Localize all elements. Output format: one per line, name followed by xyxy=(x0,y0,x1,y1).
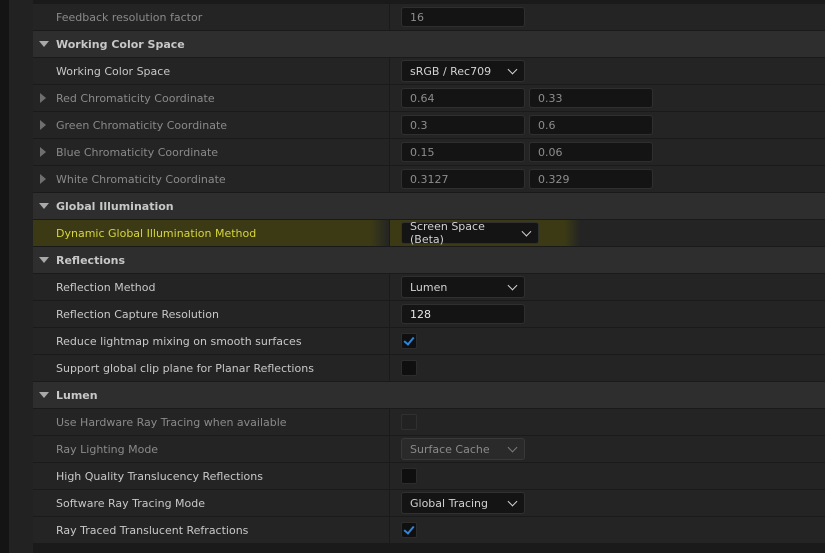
coordinate-y-field[interactable]: 0.33 xyxy=(529,88,653,108)
expand-arrow-icon[interactable] xyxy=(40,147,46,157)
property-value xyxy=(390,328,825,354)
property-value: 0.64 0.33 xyxy=(390,85,825,111)
property-value: Surface Cache xyxy=(390,436,825,462)
checkbox[interactable] xyxy=(401,414,417,430)
checkbox[interactable] xyxy=(401,360,417,376)
property-row-ray-traced-translucent-refractions: Ray Traced Translucent Refractions xyxy=(33,517,825,543)
property-label: Support global clip plane for Planar Ref… xyxy=(56,361,314,375)
numeric-input[interactable]: 128 xyxy=(401,304,525,324)
window-edge xyxy=(0,0,9,553)
dropdown-value: Surface Cache xyxy=(410,442,490,456)
property-value xyxy=(390,517,825,543)
section-header-working-color-space[interactable]: Working Color Space xyxy=(33,31,825,57)
checkbox[interactable] xyxy=(401,522,417,538)
section-title: Global Illumination xyxy=(56,199,174,213)
property-label: Green Chromaticity Coordinate xyxy=(56,118,228,132)
property-label: Red Chromaticity Coordinate xyxy=(56,91,215,105)
property-row-support-global-clip-plane-for-planar-reflections: Support global clip plane for Planar Ref… xyxy=(33,355,825,381)
property-value: Lumen xyxy=(390,274,825,300)
property-row-software-ray-tracing-mode: Software Ray Tracing Mode Global Tracing xyxy=(33,490,825,516)
property-row-high-quality-translucency-reflections: High Quality Translucency Reflections xyxy=(33,463,825,489)
property-row-feedback-resolution-factor: Feedback resolution factor 16 xyxy=(33,4,825,30)
coordinate-y-field[interactable]: 0.6 xyxy=(529,115,653,135)
property-label: Use Hardware Ray Tracing when available xyxy=(56,415,287,429)
property-label: Ray Lighting Mode xyxy=(56,442,159,456)
property-value: 0.3127 0.329 xyxy=(390,166,825,192)
chevron-down-icon xyxy=(521,226,532,236)
property-row-blue-chromaticity-coordinate: Blue Chromaticity Coordinate 0.15 0.06 xyxy=(33,139,825,165)
property-label: Software Ray Tracing Mode xyxy=(56,496,206,510)
expand-arrow-icon[interactable] xyxy=(40,174,46,184)
coordinate-y-field[interactable]: 0.329 xyxy=(529,169,653,189)
property-row-reflection-method: Reflection Method Lumen xyxy=(33,274,825,300)
dropdown-value: Screen Space (Beta) xyxy=(410,220,485,246)
property-value xyxy=(390,463,825,489)
checkbox[interactable] xyxy=(401,333,417,349)
checkbox[interactable] xyxy=(401,468,417,484)
property-label: Ray Traced Translucent Refractions xyxy=(56,523,249,537)
dropdown-value: sRGB / Rec709 xyxy=(410,64,492,78)
dropdown-select[interactable]: Global Tracing xyxy=(401,492,525,514)
property-value xyxy=(390,409,825,435)
chevron-down-icon xyxy=(507,496,518,506)
checkmark-icon xyxy=(403,334,415,346)
coordinate-x-field[interactable]: 0.3 xyxy=(401,115,525,135)
chevron-down-icon xyxy=(507,442,518,452)
property-row-white-chromaticity-coordinate: White Chromaticity Coordinate 0.3127 0.329 xyxy=(33,166,825,192)
property-value: sRGB / Rec709 xyxy=(390,58,825,84)
coordinate-x-field[interactable]: 0.3127 xyxy=(401,169,525,189)
collapse-arrow-icon[interactable] xyxy=(39,41,49,47)
section-header-lumen[interactable]: Lumen xyxy=(33,382,825,408)
property-label: Reduce lightmap mixing on smooth surface… xyxy=(56,334,302,348)
section-title: Working Color Space xyxy=(56,37,185,51)
dropdown-select[interactable]: Lumen xyxy=(401,276,525,298)
coordinate-x-field[interactable]: 0.15 xyxy=(401,142,525,162)
dropdown-value: Global Tracing xyxy=(410,496,489,510)
dropdown-select[interactable]: Screen Space (Beta) xyxy=(401,220,539,246)
property-value: Screen Space (Beta) xyxy=(390,220,825,246)
property-value: 128 xyxy=(390,301,825,327)
property-row-green-chromaticity-coordinate: Green Chromaticity Coordinate 0.3 0.6 xyxy=(33,112,825,138)
property-label: White Chromaticity Coordinate xyxy=(56,172,226,186)
property-row-reduce-lightmap-mixing-on-smooth-surfaces: Reduce lightmap mixing on smooth surface… xyxy=(33,328,825,354)
dropdown-select[interactable]: Surface Cache xyxy=(401,438,525,460)
chevron-down-icon xyxy=(507,280,518,290)
property-value xyxy=(390,355,825,381)
property-label: Feedback resolution factor xyxy=(56,10,203,24)
property-label: Reflection Capture Resolution xyxy=(56,307,219,321)
property-label: Working Color Space xyxy=(56,64,171,78)
property-row-use-hardware-ray-tracing-when-available: Use Hardware Ray Tracing when available xyxy=(33,409,825,435)
property-row-dynamic-global-illumination-method: Dynamic Global Illumination Method Screen… xyxy=(33,220,825,246)
property-value: 0.3 0.6 xyxy=(390,112,825,138)
property-label: High Quality Translucency Reflections xyxy=(56,469,263,483)
collapse-arrow-icon[interactable] xyxy=(39,257,49,263)
property-value: Global Tracing xyxy=(390,490,825,516)
checkmark-icon xyxy=(403,523,415,535)
coordinate-y-field[interactable]: 0.06 xyxy=(529,142,653,162)
expand-arrow-icon[interactable] xyxy=(40,93,46,103)
property-label: Reflection Method xyxy=(56,280,156,294)
dropdown-value: Lumen xyxy=(410,280,448,294)
collapse-arrow-icon[interactable] xyxy=(39,203,49,209)
numeric-input[interactable]: 16 xyxy=(401,7,525,27)
property-row-red-chromaticity-coordinate: Red Chromaticity Coordinate 0.64 0.33 xyxy=(33,85,825,111)
details-panel: Feedback resolution factor 16 Working Colo… xyxy=(33,4,825,544)
expand-arrow-icon[interactable] xyxy=(40,120,46,130)
property-value: 16 xyxy=(390,4,825,30)
property-label: Blue Chromaticity Coordinate xyxy=(56,145,219,159)
section-title: Lumen xyxy=(56,388,98,402)
section-title: Reflections xyxy=(56,253,126,267)
chevron-down-icon xyxy=(507,64,518,74)
property-row-working-color-space: Working Color Space sRGB / Rec709 xyxy=(33,58,825,84)
property-row-ray-lighting-mode: Ray Lighting Mode Surface Cache xyxy=(33,436,825,462)
section-header-global-illumination[interactable]: Global Illumination xyxy=(33,193,825,219)
collapse-arrow-icon[interactable] xyxy=(39,392,49,398)
property-value: 0.15 0.06 xyxy=(390,139,825,165)
dropdown-select[interactable]: sRGB / Rec709 xyxy=(401,60,525,82)
property-label: Dynamic Global Illumination Method xyxy=(56,226,257,240)
category-gutter xyxy=(9,0,33,553)
coordinate-x-field[interactable]: 0.64 xyxy=(401,88,525,108)
section-header-reflections[interactable]: Reflections xyxy=(33,247,825,273)
property-row-reflection-capture-resolution: Reflection Capture Resolution 128 xyxy=(33,301,825,327)
